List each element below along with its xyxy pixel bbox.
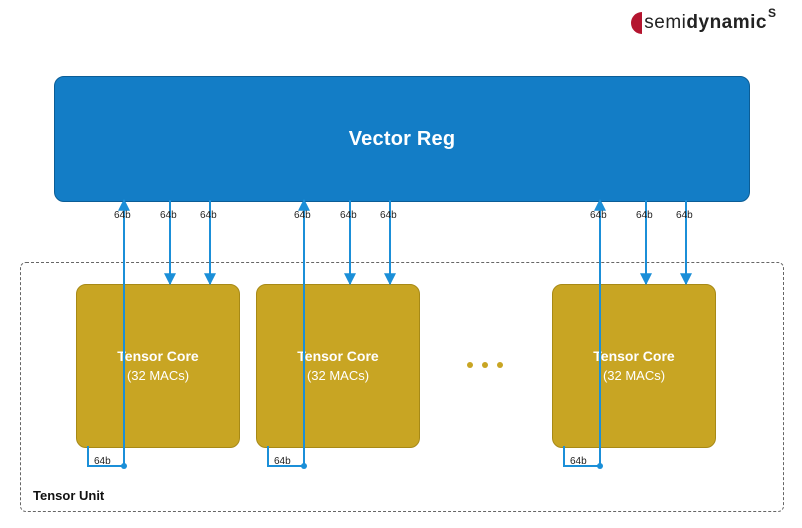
tensor-unit-label: Tensor Unit: [33, 488, 104, 503]
bus-label: 64b: [160, 210, 177, 221]
vector-reg-block: Vector Reg: [54, 76, 750, 202]
brand-semi: semi: [644, 12, 686, 34]
vector-reg-title: Vector Reg: [349, 128, 455, 151]
bus-label: 64b: [636, 210, 653, 221]
bus-label: 64b: [340, 210, 357, 221]
tensor-core-title: Tensor Core: [117, 348, 198, 366]
bus-label: 64b: [676, 210, 693, 221]
bus-label: 64b: [380, 210, 397, 221]
tensor-core-1: Tensor Core (32 MACs): [256, 284, 420, 448]
bus-label: 64b: [294, 210, 311, 221]
tensor-core-sub: (32 MACs): [307, 368, 369, 384]
bus-label: 64b: [114, 210, 131, 221]
bus-label: 64b: [590, 210, 607, 221]
tensor-core-sub: (32 MACs): [603, 368, 665, 384]
core-out-label: 64b: [570, 456, 587, 467]
brand-logo-mark: [631, 12, 642, 34]
tensor-core-sub: (32 MACs): [127, 368, 189, 384]
diagram-stage: semidynamicS Vector Reg Tensor Unit Tens…: [0, 0, 802, 528]
tensor-core-2: Tensor Core (32 MACs): [552, 284, 716, 448]
brand-dynamic: dynamic: [686, 12, 767, 34]
tensor-core-title: Tensor Core: [593, 348, 674, 366]
brand-suffix: S: [768, 6, 776, 20]
core-out-label: 64b: [274, 456, 291, 467]
brand-logo: semidynamicS: [631, 12, 776, 34]
tensor-core-0: Tensor Core (32 MACs): [76, 284, 240, 448]
bus-label: 64b: [200, 210, 217, 221]
core-out-label: 64b: [94, 456, 111, 467]
tensor-core-title: Tensor Core: [297, 348, 378, 366]
